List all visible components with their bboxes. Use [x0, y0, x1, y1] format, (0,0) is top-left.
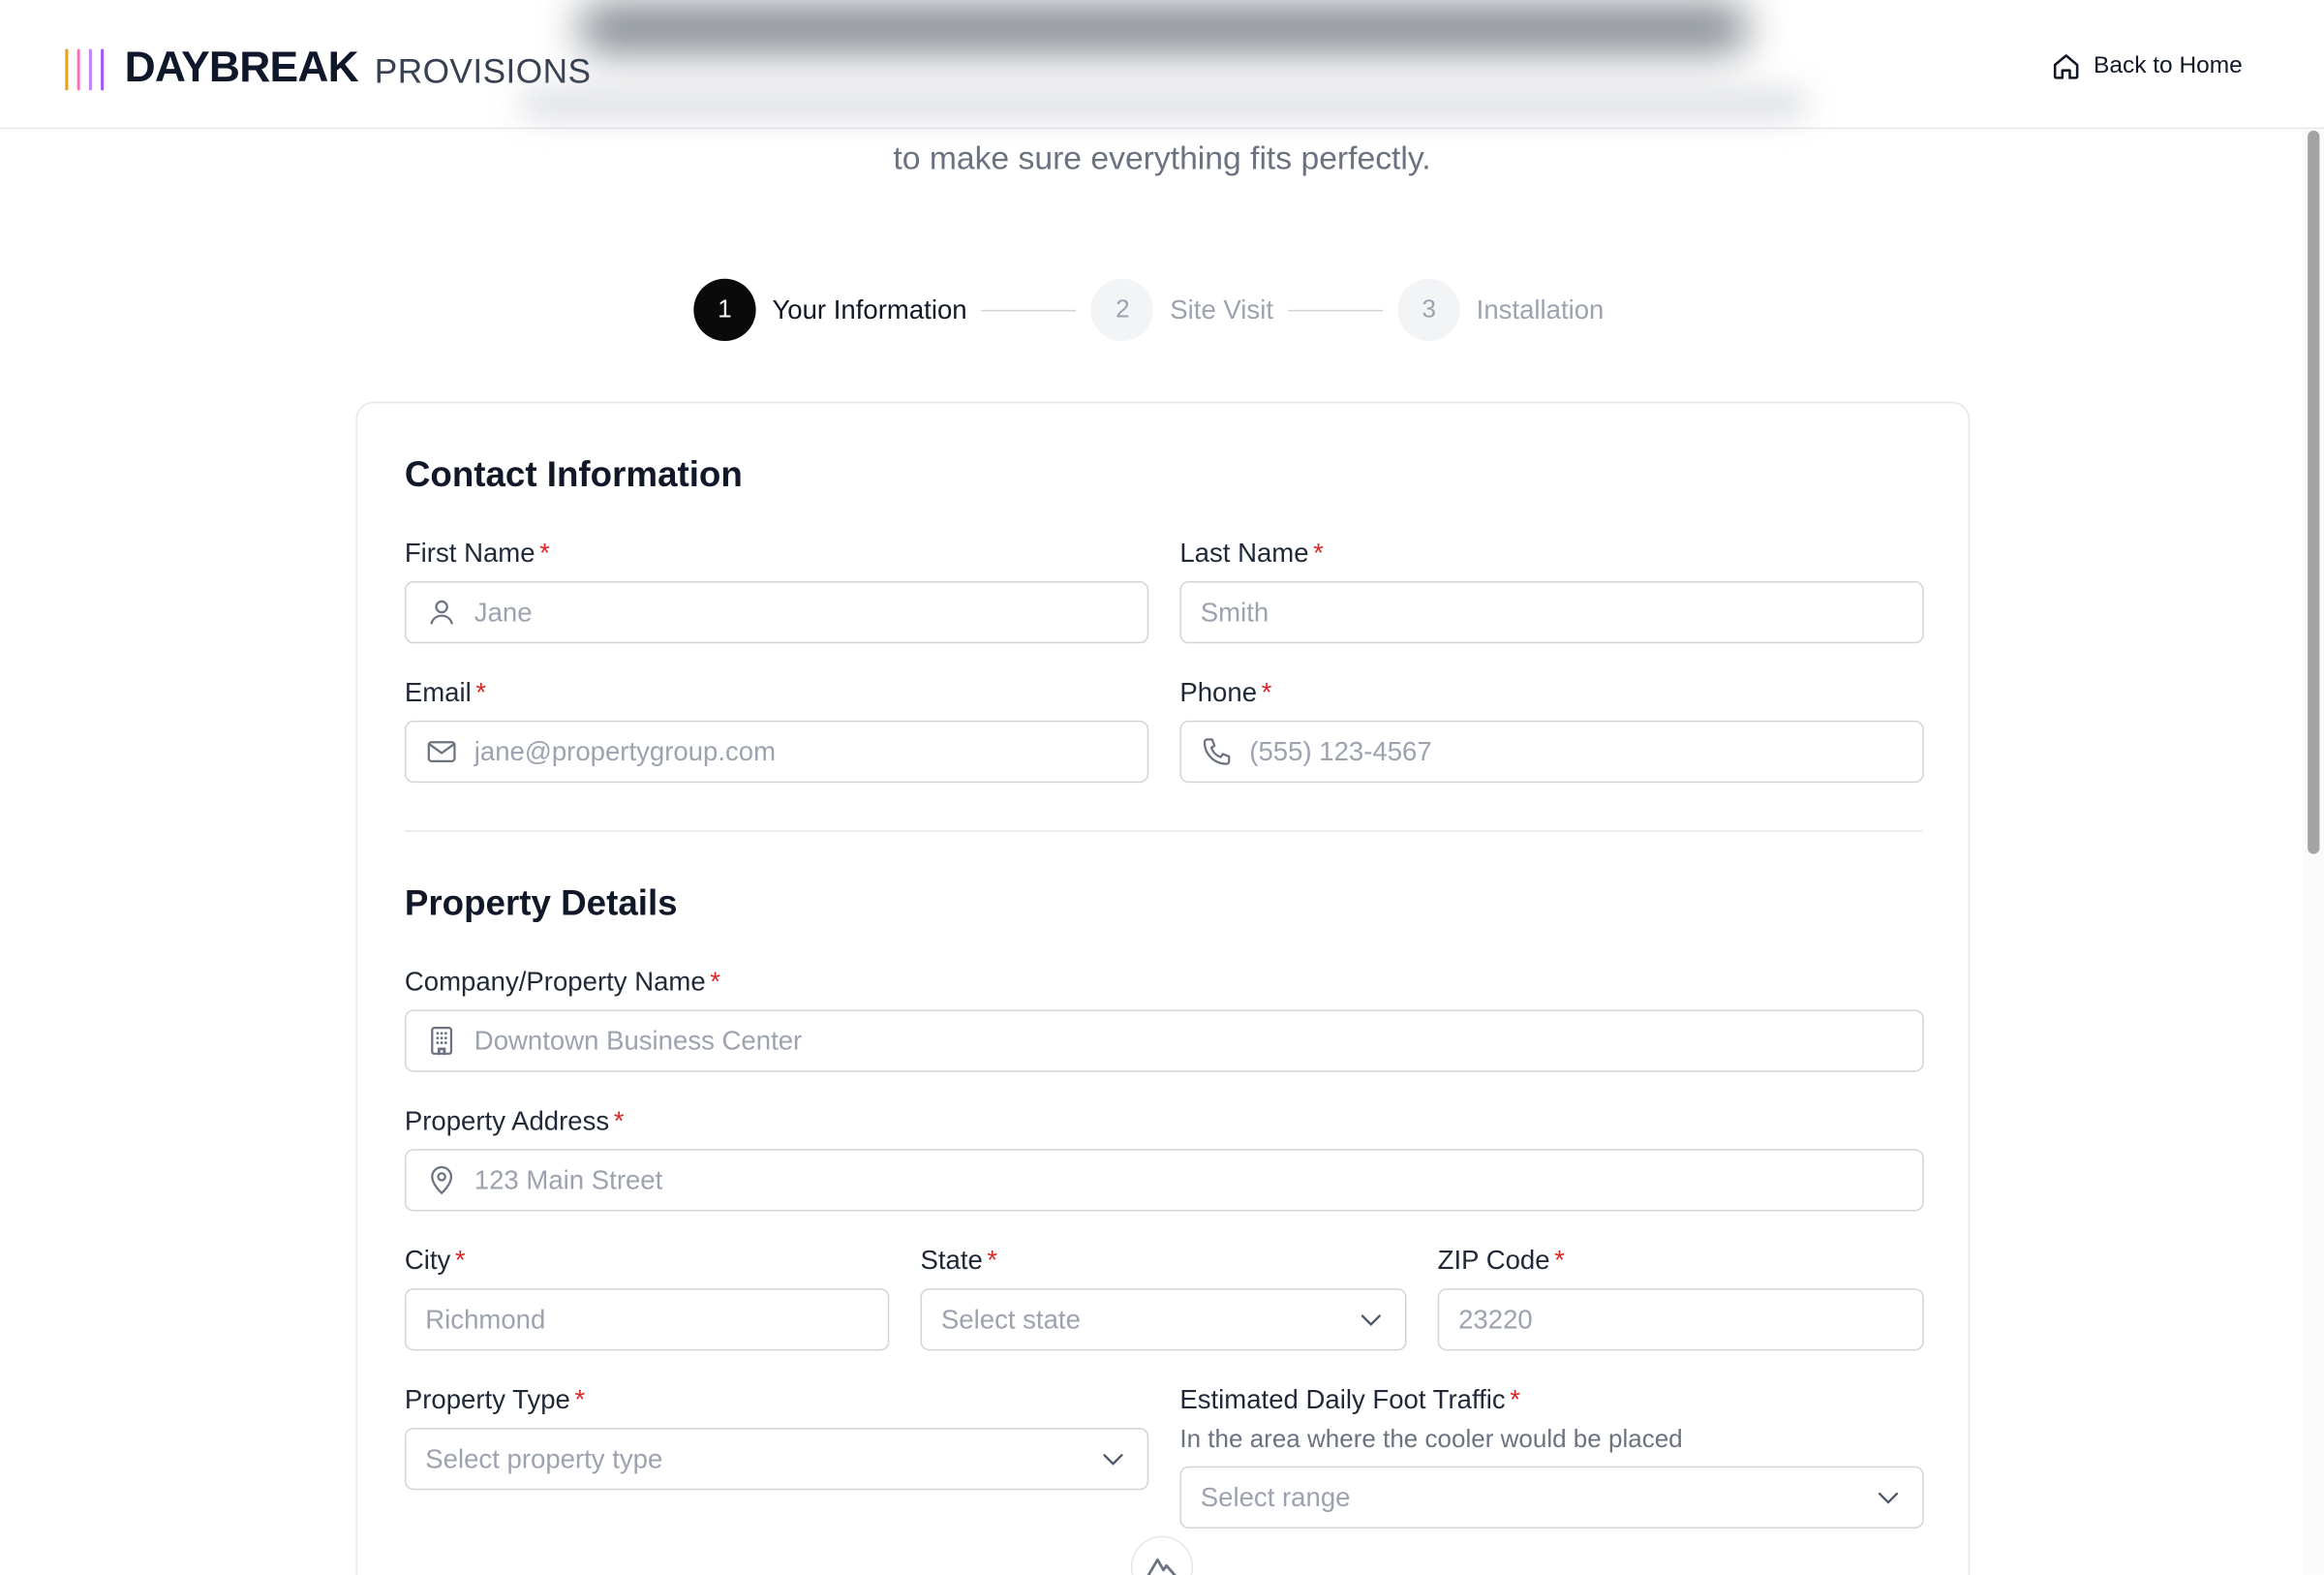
last-name-label-text: Last Name — [1179, 538, 1309, 569]
foot-traffic-select[interactable]: Select range — [1179, 1466, 1924, 1529]
hero-title-blurred — [577, 3, 1750, 54]
city-placeholder: Richmond — [425, 1304, 546, 1334]
step-connector — [981, 309, 1077, 311]
property-type-label: Property Type * — [405, 1385, 585, 1416]
property-section-title: Property Details — [404, 883, 678, 924]
required-marker: * — [1510, 1384, 1521, 1415]
chevron-down-icon — [1103, 1454, 1123, 1466]
foot-traffic-hint: In the area where the cooler would be pl… — [1179, 1424, 1683, 1453]
logo-bars-icon — [65, 47, 105, 90]
required-marker: * — [454, 1245, 466, 1276]
property-type-select[interactable]: Select property type — [404, 1427, 1149, 1491]
logo-bar — [88, 47, 92, 90]
last-name-label: Last Name * — [1179, 539, 1324, 570]
zip-input[interactable]: 23220 — [1437, 1288, 1924, 1351]
last-name-input[interactable]: Smith — [1179, 580, 1924, 644]
state-select[interactable]: Select state — [920, 1288, 1407, 1351]
logo-bar — [76, 47, 80, 90]
contact-section-title: Contact Information — [404, 454, 743, 496]
step-number: 3 — [1397, 278, 1460, 342]
address-label: Property Address * — [405, 1106, 625, 1137]
zip-label: ZIP Code * — [1438, 1246, 1565, 1277]
scrollbar-thumb[interactable] — [2308, 130, 2320, 854]
back-to-home-link[interactable]: Back to Home — [2051, 52, 2243, 82]
phone-label-text: Phone — [1179, 677, 1258, 708]
company-name-input[interactable]: Downtown Business Center — [404, 1009, 1924, 1072]
city-label-text: City — [404, 1245, 451, 1276]
required-marker: * — [1554, 1245, 1565, 1276]
company-name-placeholder: Downtown Business Center — [474, 1025, 803, 1056]
first-name-label: First Name * — [405, 539, 550, 570]
required-marker: * — [539, 538, 550, 569]
hero-subtitle: to make sure everything fits perfectly. — [893, 139, 1431, 177]
hero-text-blurred — [518, 88, 1809, 119]
home-icon — [2053, 54, 2078, 79]
email-placeholder: jane@propertygroup.com — [474, 735, 777, 766]
chevron-down-icon — [1878, 1492, 1899, 1504]
step-number: 1 — [693, 278, 756, 342]
step-number: 2 — [1091, 278, 1154, 342]
page: DAYBREAK PROVISIONS Back to Home to make… — [0, 0, 2324, 1575]
mail-icon — [427, 741, 456, 762]
foot-traffic-placeholder: Select range — [1200, 1481, 1351, 1512]
required-marker: * — [710, 966, 721, 997]
city-label: City * — [405, 1246, 466, 1277]
chevron-down-icon — [1361, 1314, 1381, 1326]
address-input[interactable]: 123 Main Street — [404, 1149, 1924, 1212]
property-type-label-text: Property Type — [404, 1384, 570, 1415]
zip-label-text: ZIP Code — [1437, 1245, 1550, 1276]
email-input[interactable]: jane@propertygroup.com — [404, 720, 1149, 784]
signup-form-card: Contact Information First Name * Jane Las… — [355, 401, 1971, 1575]
foot-traffic-label: Estimated Daily Foot Traffic * — [1179, 1385, 1520, 1416]
required-marker: * — [1313, 538, 1324, 569]
section-divider — [404, 830, 1923, 832]
brand-logo[interactable]: DAYBREAK PROVISIONS — [65, 45, 591, 94]
logo-bar — [101, 47, 105, 90]
company-label-text: Company/Property Name — [404, 966, 706, 997]
mountain-icon — [1147, 1558, 1177, 1575]
building-icon — [431, 1027, 453, 1056]
state-label-text: State — [920, 1245, 983, 1276]
step-site-visit: 2 Site Visit — [1091, 278, 1273, 342]
map-pin-icon — [431, 1165, 453, 1195]
logo-bar — [65, 47, 69, 90]
step-connector — [1288, 309, 1384, 311]
progress-stepper: 1 Your Information 2 Site Visit 3 Instal… — [693, 278, 1605, 342]
step-your-information: 1 Your Information — [693, 278, 967, 342]
state-label: State * — [921, 1246, 998, 1277]
foot-traffic-label-text: Estimated Daily Foot Traffic — [1179, 1384, 1506, 1415]
property-type-placeholder: Select property type — [425, 1443, 663, 1473]
step-label: Your Information — [772, 293, 967, 324]
state-placeholder: Select state — [940, 1304, 1081, 1334]
required-marker: * — [574, 1384, 586, 1415]
address-placeholder: 123 Main Street — [474, 1164, 663, 1194]
brand-name: DAYBREAK — [124, 44, 359, 92]
last-name-placeholder: Smith — [1200, 597, 1269, 627]
step-installation: 3 Installation — [1397, 278, 1605, 342]
first-name-placeholder: Jane — [474, 597, 533, 627]
zip-placeholder: 23220 — [1458, 1304, 1533, 1334]
required-marker: * — [1261, 677, 1272, 708]
phone-placeholder: (555) 123-4567 — [1249, 735, 1432, 766]
phone-icon — [1203, 738, 1231, 765]
email-label-text: Email — [404, 677, 472, 708]
first-name-input[interactable]: Jane — [404, 580, 1149, 644]
phone-input[interactable]: (555) 123-4567 — [1179, 720, 1924, 784]
required-marker: * — [475, 677, 487, 708]
phone-label: Phone * — [1179, 677, 1271, 708]
required-marker: * — [613, 1105, 625, 1136]
company-label: Company/Property Name * — [405, 967, 720, 998]
required-marker: * — [987, 1245, 998, 1276]
back-to-home-label: Back to Home — [2093, 53, 2243, 79]
brand-subname: PROVISIONS — [374, 51, 592, 91]
city-input[interactable]: Richmond — [404, 1288, 890, 1351]
address-label-text: Property Address — [404, 1105, 610, 1136]
user-icon — [430, 600, 453, 625]
step-label: Installation — [1476, 293, 1605, 324]
step-label: Site Visit — [1170, 293, 1273, 324]
first-name-label-text: First Name — [404, 538, 535, 569]
email-label: Email * — [405, 677, 486, 708]
